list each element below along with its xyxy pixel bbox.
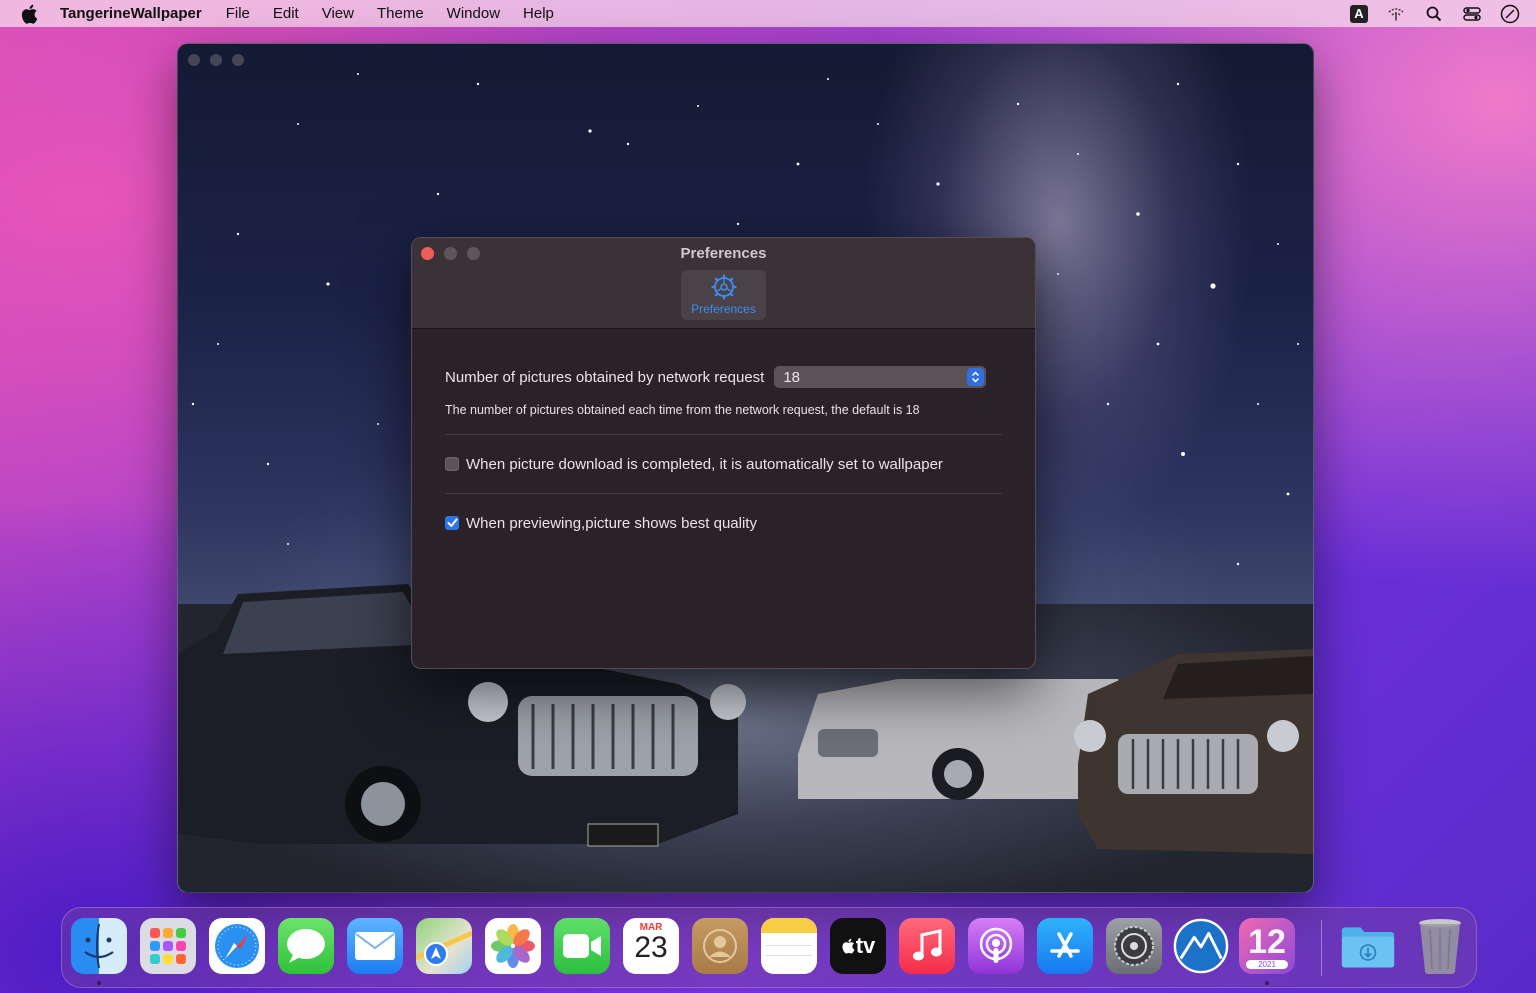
calendar-day: 23 (634, 931, 668, 964)
calendar-icon[interactable]: MAR 23 (623, 918, 679, 974)
picture-count-row: Number of pictures obtained by network r… (445, 365, 1002, 389)
tab-preferences-label: Preferences (691, 302, 756, 316)
preferences-content: Number of pictures obtained by network r… (445, 328, 1002, 552)
running-indicator (1265, 981, 1269, 985)
menu-help[interactable]: Help (523, 5, 554, 22)
picture-count-label: Number of pictures obtained by network r… (445, 368, 765, 386)
macos-monterey-icon[interactable]: 12 2021 (1239, 918, 1295, 974)
mail-icon[interactable] (347, 918, 403, 974)
launchpad-icon[interactable] (140, 918, 196, 974)
menu-view[interactable]: View (322, 5, 354, 22)
system-preferences-icon[interactable] (1106, 918, 1162, 974)
clock-icon[interactable] (1500, 4, 1520, 24)
app-name-menu[interactable]: TangerineWallpaper (60, 5, 202, 22)
picture-count-value: 18 (783, 368, 801, 386)
notes-icon[interactable] (761, 918, 817, 974)
auto-set-wallpaper-checkbox[interactable] (445, 457, 459, 471)
downloads-folder-icon[interactable] (1340, 918, 1396, 974)
tangerine-wallpaper-icon[interactable] (1173, 918, 1229, 974)
running-indicator (97, 981, 101, 985)
monterey-number: 12 (1248, 922, 1286, 961)
monterey-year: 2021 (1246, 959, 1288, 969)
apple-menu-icon[interactable] (20, 3, 42, 25)
app-store-icon[interactable] (1037, 918, 1093, 974)
preferences-title: Preferences (680, 245, 767, 262)
music-icon[interactable] (899, 918, 955, 974)
main-close-button[interactable] (188, 54, 200, 66)
tab-preferences[interactable]: Preferences (681, 270, 766, 320)
dock-separator (1321, 920, 1322, 976)
input-source-icon[interactable]: A (1350, 4, 1368, 23)
checkmark-icon (447, 518, 457, 527)
wifi-icon[interactable] (1386, 4, 1406, 24)
menu-bar: TangerineWallpaper File Edit View Theme … (0, 0, 1536, 27)
picture-count-hint: The number of pictures obtained each tim… (445, 403, 920, 417)
preferences-window: Preferences Preferences Number of pictur… (411, 237, 1036, 669)
apple-tv-label: tv (855, 933, 876, 958)
best-quality-label: When previewing,picture shows best quali… (466, 514, 757, 532)
menu-theme[interactable]: Theme (377, 5, 424, 22)
trash-icon[interactable] (1412, 918, 1468, 974)
gear-icon (710, 274, 737, 300)
main-zoom-button[interactable] (232, 54, 244, 66)
menu-edit[interactable]: Edit (273, 5, 299, 22)
dock: MAR 23 tv 12 2021 (61, 907, 1477, 988)
preferences-toolbar: Preferences Preferences (412, 238, 1035, 329)
status-area: A (1350, 0, 1520, 27)
maps-icon[interactable] (416, 918, 472, 974)
auto-set-wallpaper-row[interactable]: When picture download is completed, it i… (445, 435, 1002, 493)
best-quality-checkbox[interactable] (445, 516, 459, 530)
apple-tv-icon[interactable]: tv (830, 918, 886, 974)
safari-icon[interactable] (209, 918, 265, 974)
menu-window[interactable]: Window (447, 5, 500, 22)
photos-icon[interactable] (485, 918, 541, 974)
main-window-controls (188, 54, 244, 66)
finder-icon[interactable] (71, 918, 127, 974)
main-minimize-button[interactable] (210, 54, 222, 66)
picture-count-popup[interactable]: 18 (774, 366, 987, 388)
menu-file[interactable]: File (226, 5, 250, 22)
control-center-icon[interactable] (1462, 4, 1482, 24)
chevron-up-down-icon (967, 368, 985, 386)
podcasts-icon[interactable] (968, 918, 1024, 974)
messages-icon[interactable] (278, 918, 334, 974)
spotlight-icon[interactable] (1424, 4, 1444, 24)
auto-set-wallpaper-label: When picture download is completed, it i… (466, 455, 943, 473)
facetime-icon[interactable] (554, 918, 610, 974)
contacts-icon[interactable] (692, 918, 748, 974)
best-quality-row[interactable]: When previewing,picture shows best quali… (445, 494, 1002, 552)
